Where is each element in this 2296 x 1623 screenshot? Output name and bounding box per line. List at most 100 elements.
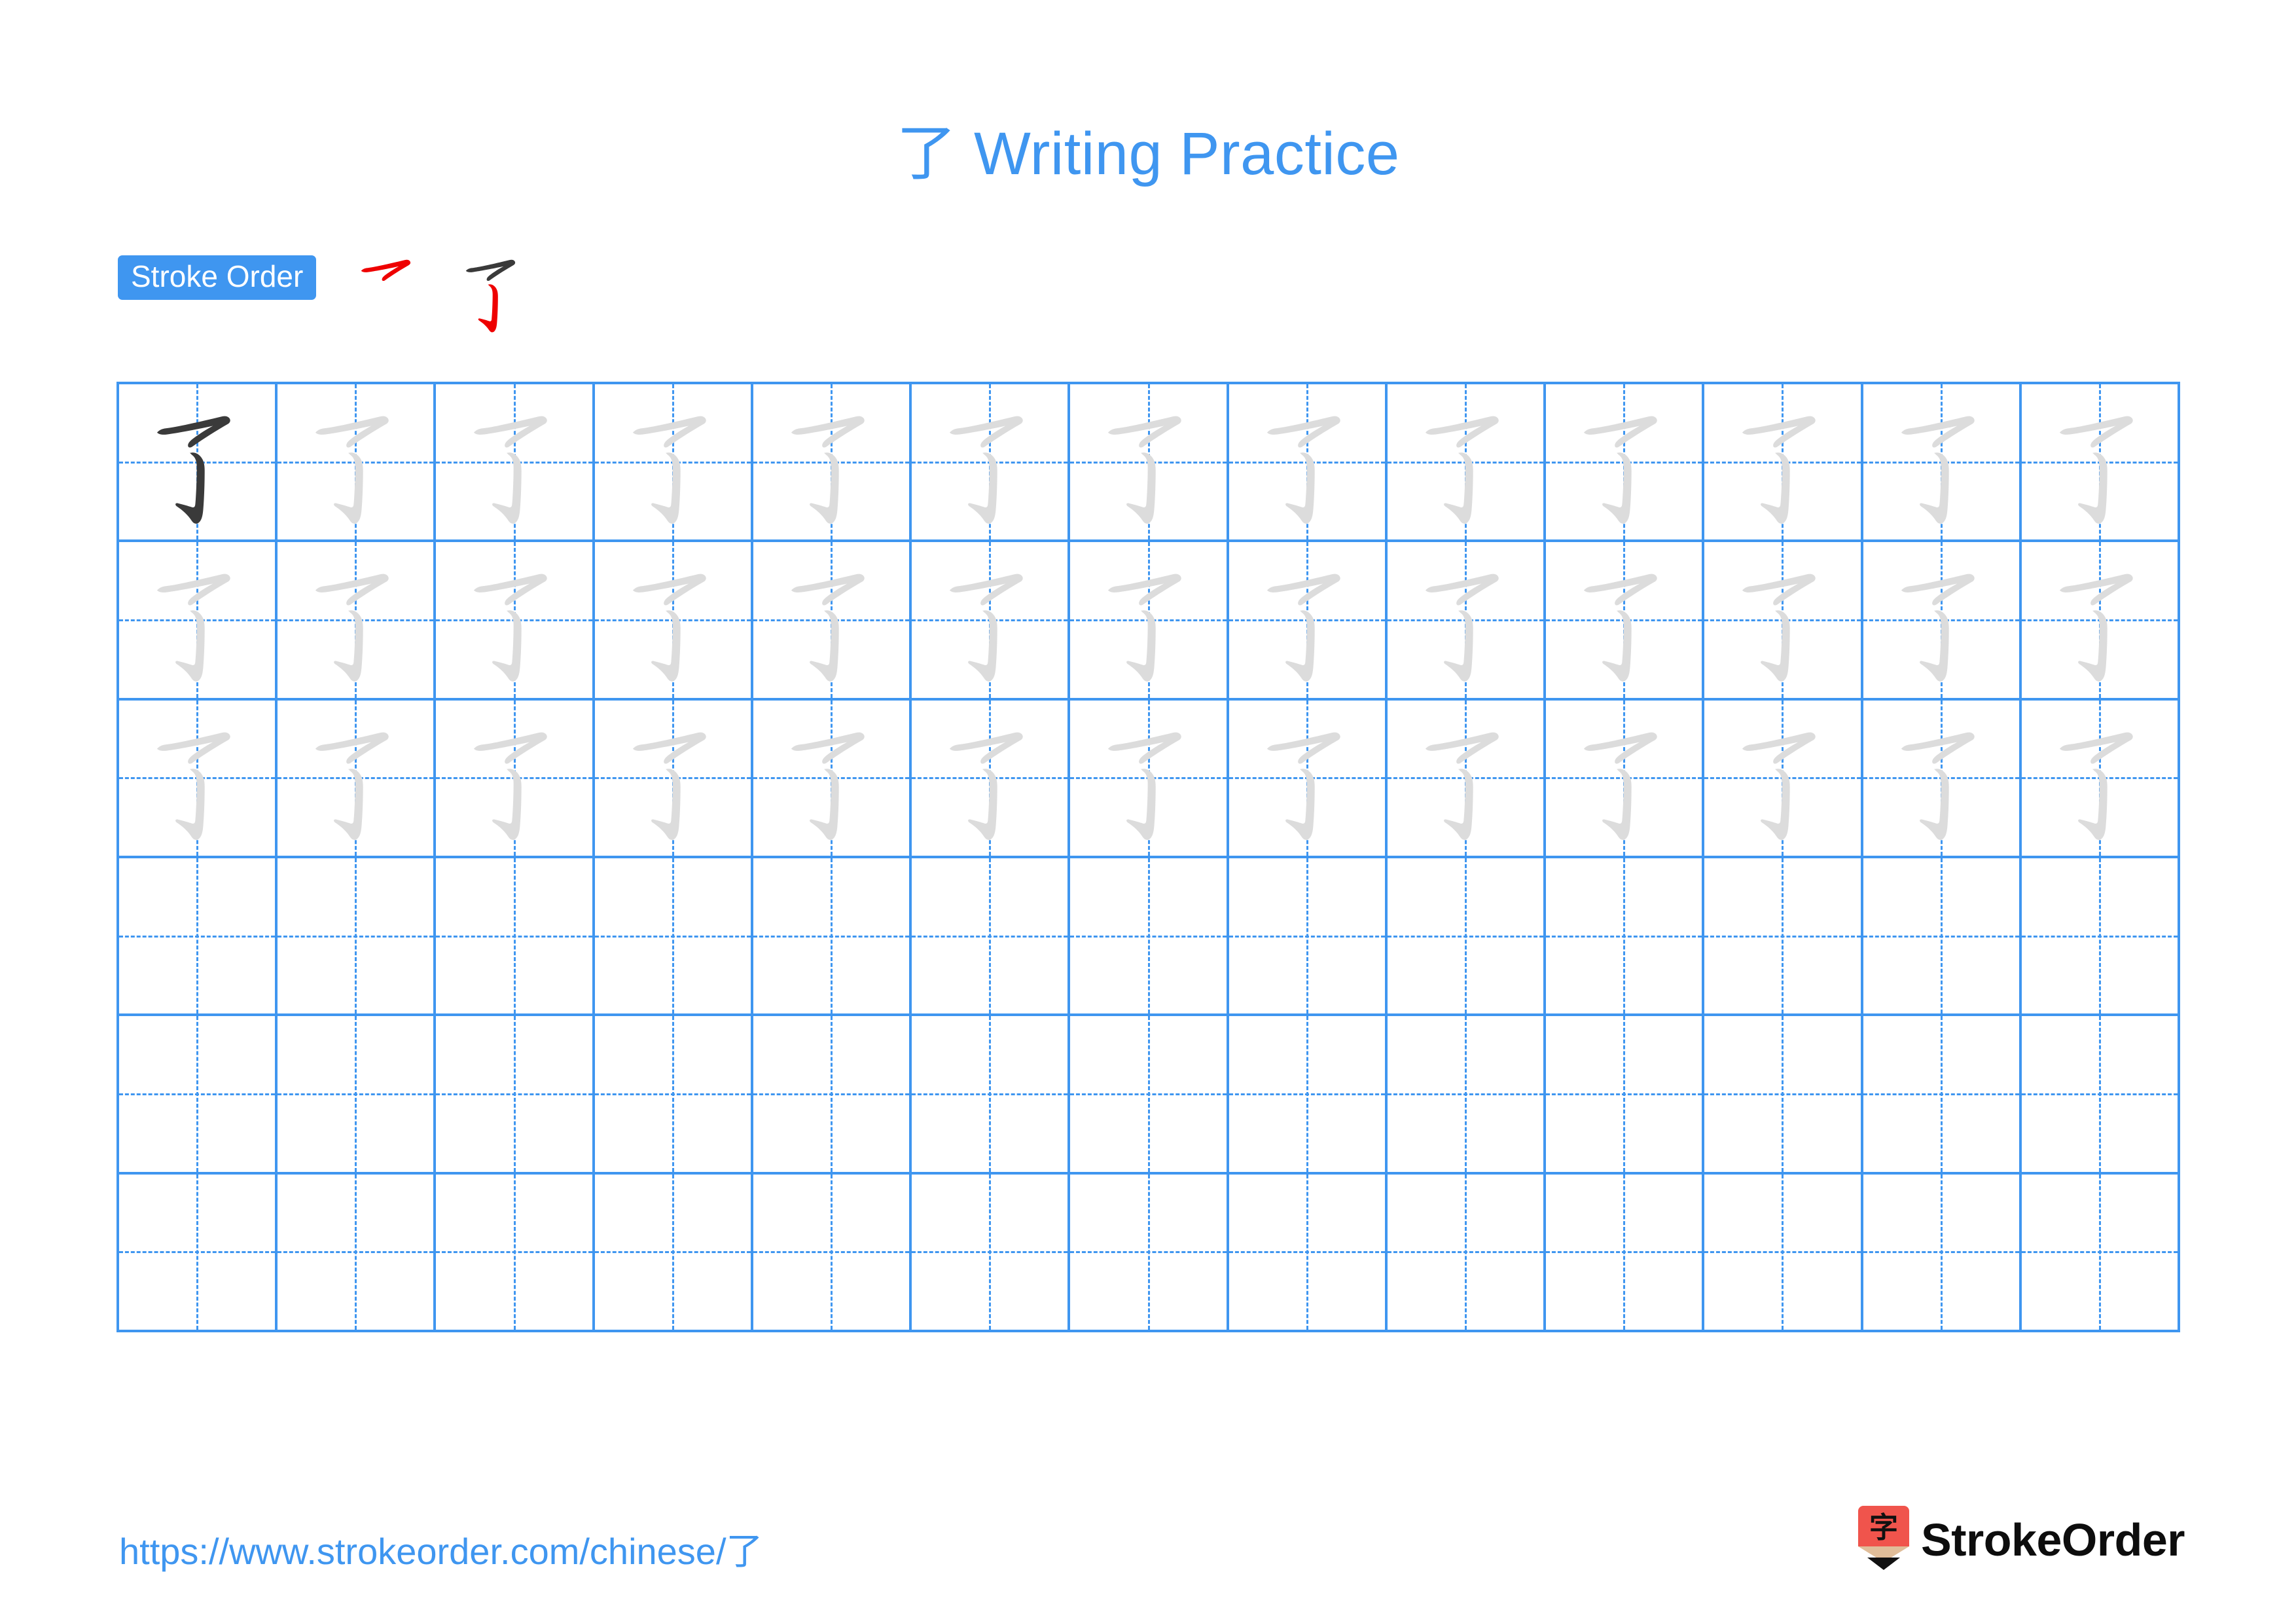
grid-cell[interactable]: [594, 384, 753, 543]
grid-cell[interactable]: [1704, 384, 1863, 543]
grid-cell[interactable]: [594, 700, 753, 858]
grid-cell[interactable]: [278, 542, 437, 701]
grid-cell[interactable]: [1070, 542, 1229, 701]
brand-name: StrokeOrder: [1921, 1514, 2185, 1565]
grid-cell[interactable]: [1863, 858, 2022, 1017]
trace-character: [2059, 732, 2133, 840]
grid-cell[interactable]: [1229, 542, 1388, 701]
grid-cell[interactable]: [119, 542, 278, 701]
grid-cell[interactable]: [2021, 700, 2181, 858]
grid-cell[interactable]: [436, 1174, 595, 1332]
grid-cell[interactable]: [2021, 858, 2181, 1017]
page-title: 了 Writing Practice: [0, 105, 2296, 192]
grid-cell[interactable]: [119, 384, 278, 543]
grid-cell[interactable]: [436, 858, 595, 1017]
grid-cell[interactable]: [1546, 1174, 1705, 1332]
grid-cell[interactable]: [1070, 858, 1229, 1017]
grid-cell[interactable]: [753, 700, 912, 858]
grid-cell[interactable]: [753, 542, 912, 701]
grid-cell[interactable]: [436, 700, 595, 858]
grid-cell[interactable]: [436, 384, 595, 543]
grid-cell[interactable]: [1070, 700, 1229, 858]
trace-character: [791, 732, 865, 840]
grid-cell[interactable]: [1229, 858, 1388, 1017]
grid-cell[interactable]: [2021, 1016, 2181, 1175]
grid-cell[interactable]: [753, 1016, 912, 1175]
trace-character: [632, 732, 706, 840]
grid-cell[interactable]: [278, 700, 437, 858]
grid-cell[interactable]: [2021, 1174, 2181, 1332]
grid-cell[interactable]: [119, 858, 278, 1017]
grid-cell[interactable]: [594, 1174, 753, 1332]
trace-character: [1108, 732, 1182, 840]
grid-cell[interactable]: [1070, 1174, 1229, 1332]
grid-cell[interactable]: [119, 1174, 278, 1332]
trace-character: [1584, 574, 1657, 682]
grid-cell[interactable]: [1546, 858, 1705, 1017]
grid-cell[interactable]: [912, 1016, 1071, 1175]
source-url-link[interactable]: https://www.strokeorder.com/chinese/了: [119, 1522, 763, 1575]
grid-cell[interactable]: [912, 542, 1071, 701]
grid-cell[interactable]: [594, 1016, 753, 1175]
grid-cell[interactable]: [753, 384, 912, 543]
model-character: [156, 416, 230, 524]
grid-cell[interactable]: [594, 542, 753, 701]
trace-character: [1108, 574, 1182, 682]
grid-cell[interactable]: [912, 858, 1071, 1017]
pencil-icon-character: 字: [1869, 1511, 1898, 1544]
grid-cell[interactable]: [912, 1174, 1071, 1332]
grid-cell[interactable]: [1387, 1016, 1547, 1175]
grid-cell[interactable]: [278, 858, 437, 1017]
trace-character: [474, 574, 548, 682]
grid-cell[interactable]: [1070, 1016, 1229, 1175]
trace-character: [156, 732, 230, 840]
grid-cell[interactable]: [1387, 542, 1547, 701]
grid-cell[interactable]: [912, 384, 1071, 543]
grid-cell[interactable]: [1546, 542, 1705, 701]
grid-cell[interactable]: [1863, 1016, 2022, 1175]
grid-cell[interactable]: [2021, 384, 2181, 543]
grid-cell[interactable]: [753, 1174, 912, 1332]
grid-cell[interactable]: [1546, 1016, 1705, 1175]
grid-cell[interactable]: [1387, 1174, 1547, 1332]
grid-cell[interactable]: [1704, 1016, 1863, 1175]
grid-cell[interactable]: [436, 1016, 595, 1175]
trace-character: [315, 416, 389, 524]
grid-cell[interactable]: [1704, 700, 1863, 858]
grid-cell[interactable]: [278, 1016, 437, 1175]
grid-cell[interactable]: [278, 384, 437, 543]
grid-cell[interactable]: [1229, 1174, 1388, 1332]
grid-cell[interactable]: [1863, 1174, 2022, 1332]
grid-cell[interactable]: [1704, 542, 1863, 701]
grid-cell[interactable]: [1387, 384, 1547, 543]
grid-cell[interactable]: [1229, 1016, 1388, 1175]
pencil-icon: 字: [1858, 1506, 1910, 1570]
stroke-order-step-2: [440, 238, 545, 343]
grid-cell[interactable]: [119, 1016, 278, 1175]
trace-character: [632, 416, 706, 524]
grid-cell[interactable]: [1387, 700, 1547, 858]
grid-cell[interactable]: [753, 858, 912, 1017]
grid-cell[interactable]: [2021, 542, 2181, 701]
grid-cell[interactable]: [1546, 700, 1705, 858]
stroke-step-2-glyph: [466, 259, 516, 333]
grid-cell[interactable]: [1863, 542, 2022, 701]
grid-cell[interactable]: [1863, 700, 2022, 858]
grid-cell[interactable]: [1704, 1174, 1863, 1332]
trace-character: [1266, 574, 1340, 682]
grid-cell[interactable]: [1863, 384, 2022, 543]
grid-cell[interactable]: [912, 700, 1071, 858]
grid-cell[interactable]: [1070, 384, 1229, 543]
grid-cell[interactable]: [594, 858, 753, 1017]
grid-cell[interactable]: [1387, 858, 1547, 1017]
grid-cell[interactable]: [1229, 384, 1388, 543]
grid-cell[interactable]: [119, 700, 278, 858]
grid-cell[interactable]: [1546, 384, 1705, 543]
trace-character: [1108, 416, 1182, 524]
grid-cell[interactable]: [436, 542, 595, 701]
grid-cell[interactable]: [1704, 858, 1863, 1017]
grid-cell[interactable]: [278, 1174, 437, 1332]
trace-character: [2059, 574, 2133, 682]
grid-cell[interactable]: [1229, 700, 1388, 858]
stroke-order-section: Stroke Order: [118, 255, 545, 343]
